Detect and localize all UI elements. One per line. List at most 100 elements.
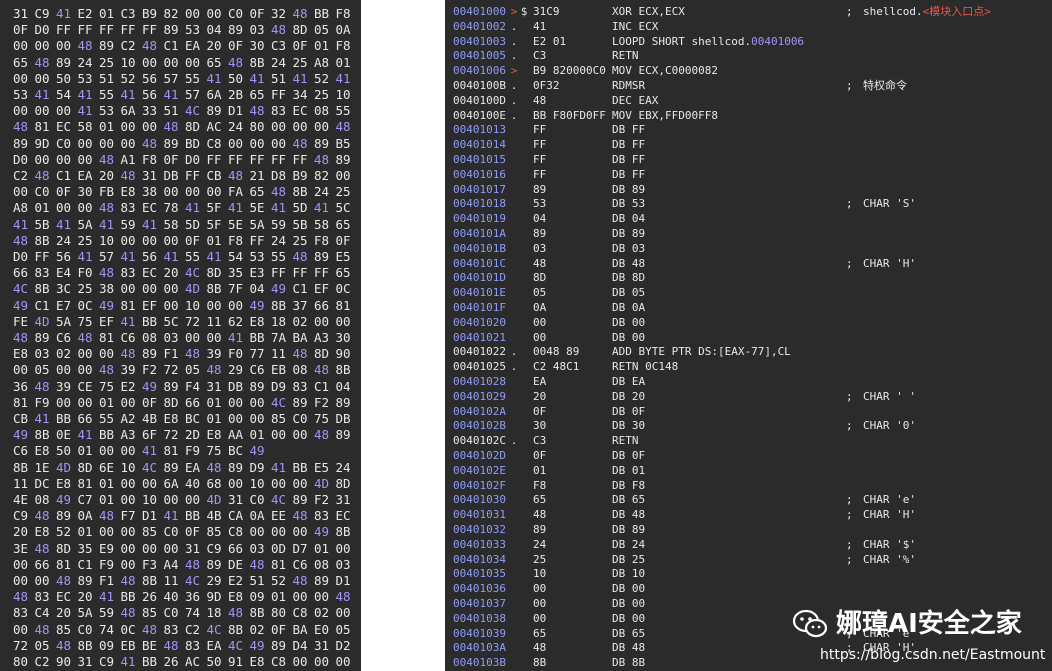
hex-byte[interactable]: 54	[54, 87, 73, 103]
hex-byte[interactable]: 48	[11, 330, 30, 346]
hex-byte[interactable]: 53	[248, 249, 267, 265]
hex-byte[interactable]: C1	[162, 38, 181, 54]
hex-byte[interactable]: 29	[226, 362, 245, 378]
hex-byte[interactable]: 74	[183, 605, 202, 621]
hex-byte[interactable]: AA	[226, 427, 245, 443]
hex-byte[interactable]: 48	[119, 573, 138, 589]
hex-byte[interactable]: 48	[248, 103, 267, 119]
hex-byte[interactable]: 00	[54, 103, 73, 119]
hex-byte[interactable]: 48	[312, 152, 331, 168]
hex-byte[interactable]: 55	[97, 87, 116, 103]
hex-byte[interactable]: 00	[291, 654, 310, 670]
hex-byte[interactable]: 51	[269, 71, 288, 87]
hex-byte[interactable]: 25	[334, 184, 353, 200]
address[interactable]: 00401031	[453, 507, 506, 522]
hex-byte[interactable]: 6A	[205, 87, 224, 103]
hex-byte[interactable]: 41	[226, 200, 245, 216]
hex-byte[interactable]: BB	[183, 508, 202, 524]
hex-byte[interactable]: 48	[205, 362, 224, 378]
hex-byte[interactable]: 01	[97, 476, 116, 492]
hex-byte[interactable]: 0C	[119, 622, 138, 638]
hex-byte[interactable]: 55	[97, 411, 116, 427]
disasm-row[interactable]: 0040100D. 48 DEC EAX	[445, 93, 1052, 108]
hex-byte[interactable]: 00	[140, 281, 159, 297]
disasm-row[interactable]: 00401030 65 DB 65; CHAR 'e'	[445, 492, 1052, 507]
hex-byte[interactable]: 8D	[334, 476, 353, 492]
hex-byte[interactable]: 89	[334, 427, 353, 443]
hex-byte[interactable]: FF	[140, 22, 159, 38]
hex-byte[interactable]: 0D	[269, 541, 288, 557]
hex-byte[interactable]: F9	[97, 557, 116, 573]
hex-byte[interactable]: F3	[140, 557, 159, 573]
hex-byte[interactable]: D0	[183, 152, 202, 168]
disasm-row[interactable]: 0040101E 05 DB 05	[445, 285, 1052, 300]
hex-byte[interactable]: 20	[205, 38, 224, 54]
hex-byte[interactable]: 08	[312, 557, 331, 573]
address[interactable]: 00401025	[453, 359, 506, 374]
hex-byte[interactable]: 89	[33, 330, 52, 346]
hex-byte[interactable]: 91	[226, 654, 245, 670]
hex-byte[interactable]: 50	[54, 443, 73, 459]
disasm-row[interactable]: 0040101A 89 DB 89	[445, 226, 1052, 241]
hex-byte[interactable]: F2	[312, 395, 331, 411]
hex-byte[interactable]: F8	[334, 6, 353, 22]
hex-byte[interactable]: 48	[33, 379, 52, 395]
address[interactable]: 00401013	[453, 122, 506, 137]
hex-byte[interactable]: B9	[140, 6, 159, 22]
hex-byte[interactable]: 00	[291, 119, 310, 135]
hex-byte[interactable]: EC	[140, 200, 159, 216]
disasm-row[interactable]: 00401031 48 DB 48; CHAR 'H'	[445, 507, 1052, 522]
hex-byte[interactable]: 82	[312, 168, 331, 184]
hex-byte[interactable]: 65	[205, 55, 224, 71]
hex-byte[interactable]: 4D	[205, 492, 224, 508]
hex-byte[interactable]: 89	[312, 249, 331, 265]
hex-byte[interactable]: 72	[11, 638, 30, 654]
disasm-row[interactable]: 0040102E 01 DB 01	[445, 463, 1052, 478]
hex-byte[interactable]: 00	[119, 476, 138, 492]
disasm-row[interactable]: 00401002. 41 INC ECX	[445, 19, 1052, 34]
address[interactable]: 00401021	[453, 330, 506, 345]
hex-byte[interactable]: 3E	[11, 541, 30, 557]
address[interactable]: 00401020	[453, 315, 506, 330]
hex-byte[interactable]: 41	[140, 443, 159, 459]
hex-byte[interactable]: 31	[183, 541, 202, 557]
hex-byte[interactable]: 41	[33, 411, 52, 427]
hex-byte[interactable]: C2	[183, 622, 202, 638]
hex-byte[interactable]: 09	[248, 589, 267, 605]
hex-byte[interactable]: BA	[291, 330, 310, 346]
hex-byte[interactable]: BA	[291, 622, 310, 638]
hex-byte[interactable]: 48	[291, 508, 310, 524]
hex-byte[interactable]: FF	[248, 233, 267, 249]
disasm-row[interactable]: 0040101D 8D DB 8D	[445, 270, 1052, 285]
hex-byte[interactable]: 0F	[140, 395, 159, 411]
hex-byte[interactable]: 85	[205, 524, 224, 540]
hex-byte[interactable]: 00	[205, 330, 224, 346]
hex-byte[interactable]: 0C	[76, 298, 95, 314]
hex-byte[interactable]: 00	[183, 184, 202, 200]
hex-byte[interactable]: 01	[334, 55, 353, 71]
hex-byte[interactable]: 48	[162, 638, 181, 654]
address[interactable]: 0040103B	[453, 655, 506, 670]
hex-byte[interactable]: 0F	[248, 6, 267, 22]
hex-byte[interactable]: 38	[97, 281, 116, 297]
hex-byte[interactable]: FF	[291, 152, 310, 168]
disasm-row[interactable]: 0040101C 48 DB 48; CHAR 'H'	[445, 256, 1052, 271]
address[interactable]: 00401006	[453, 63, 506, 78]
hex-byte[interactable]: 4C	[11, 281, 30, 297]
address[interactable]: 00401015	[453, 152, 506, 167]
hex-byte[interactable]: 56	[54, 249, 73, 265]
hex-byte[interactable]: 4D	[33, 314, 52, 330]
hex-byte[interactable]: 00	[119, 524, 138, 540]
hex-byte[interactable]: 66	[312, 298, 331, 314]
hex-byte[interactable]: 41	[140, 217, 159, 233]
hex-byte[interactable]: C9	[11, 508, 30, 524]
hex-byte[interactable]: 41	[334, 71, 353, 87]
hex-byte[interactable]: 90	[54, 654, 73, 670]
hex-byte[interactable]: E0	[312, 622, 331, 638]
hex-byte[interactable]: 48	[140, 136, 159, 152]
address[interactable]: 0040102C	[453, 433, 506, 448]
hex-byte[interactable]: 48	[226, 605, 245, 621]
disasm-row[interactable]: 00401014 FF DB FF	[445, 137, 1052, 152]
hex-byte[interactable]: 49	[11, 427, 30, 443]
hex-byte[interactable]: 89	[248, 379, 267, 395]
